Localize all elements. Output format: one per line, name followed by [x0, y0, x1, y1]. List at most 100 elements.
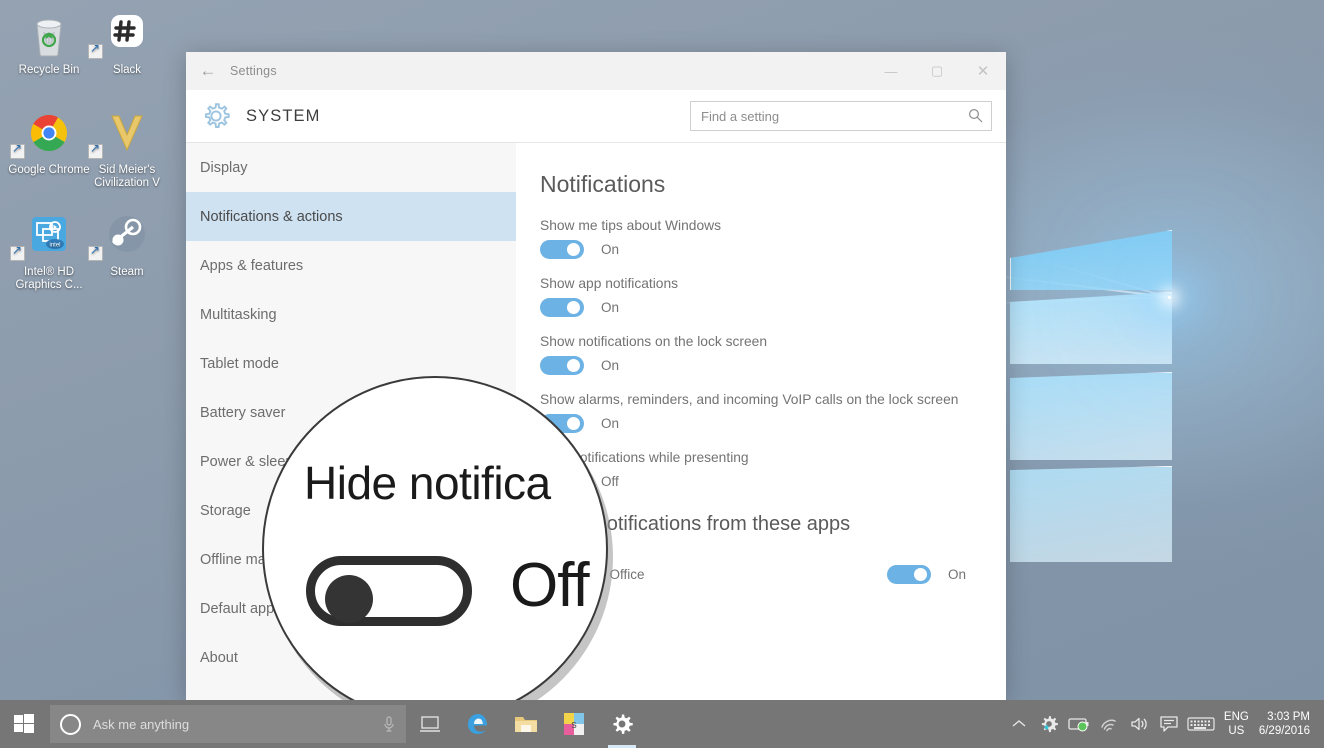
recycle-bin-icon — [6, 10, 92, 60]
taskbar: Ask me anything — [0, 700, 1324, 748]
sidebar-item-label: Apps & features — [200, 258, 303, 274]
search-box[interactable] — [690, 101, 992, 131]
taskbar-item-microsoft-edge[interactable] — [454, 700, 502, 748]
desktop-icon-steam[interactable]: Steam — [84, 212, 170, 279]
toggle-row: On — [887, 565, 966, 584]
microphone-icon[interactable] — [382, 715, 396, 733]
cortana-icon — [60, 714, 81, 735]
wallpaper-logo-pane — [1010, 372, 1172, 460]
setting-lock-screen-notifications: Show notifications on the lock screen On — [540, 334, 1006, 375]
svg-text:s: s — [571, 719, 577, 731]
wallpaper-logo-pane — [1010, 292, 1172, 364]
shortcut-overlay-icon — [88, 144, 103, 159]
volume-icon[interactable] — [1124, 700, 1154, 748]
sidebar-item-label: Multitasking — [200, 307, 277, 323]
toggle-state-label: Off — [601, 474, 619, 489]
setting-label: Show notifications on the lock screen — [540, 334, 1006, 349]
sidebar-item-label: Tablet mode — [200, 356, 279, 372]
taskbar-item-file-explorer[interactable] — [502, 700, 550, 748]
toggle-knob — [567, 359, 580, 372]
desktop-icon-label: Sid Meier's Civilization V — [84, 164, 170, 190]
toggle-knob — [325, 575, 373, 623]
desktop-icon-intel-hd-graphics[interactable]: intel Intel® HD Graphics C... — [6, 212, 92, 292]
toggle-show-tips[interactable] — [540, 240, 584, 259]
clock-time: 3:03 PM — [1259, 710, 1310, 724]
sidebar-item-label: Storage — [200, 503, 251, 519]
sidebar-item-multitasking[interactable]: Multitasking — [186, 290, 516, 339]
taskbar-item-task-view[interactable] — [406, 700, 454, 748]
setting-label: Show alarms, reminders, and incoming VoI… — [540, 392, 1006, 407]
close-button[interactable]: ✕ — [960, 52, 1006, 90]
settings-header: SYSTEM — [186, 90, 1006, 142]
page-title: SYSTEM — [246, 107, 320, 126]
toggle-lock-screen-notifications[interactable] — [540, 356, 584, 375]
sidebar-item-display[interactable]: Display — [186, 143, 516, 192]
wallpaper-glow — [1168, 296, 1171, 299]
show-hidden-icons-button[interactable] — [1004, 700, 1034, 748]
toggle-row: On — [540, 240, 1006, 259]
desktop-icon-label: Steam — [84, 266, 170, 279]
magnified-setting-label: Hide notifica — [304, 456, 551, 510]
setting-alarms-reminders-voip: Show alarms, reminders, and incoming VoI… — [540, 392, 1006, 433]
gear-icon[interactable] — [1034, 700, 1064, 748]
sidebar-item-label: About — [200, 650, 238, 666]
language-secondary: US — [1224, 724, 1249, 738]
cortana-search-box[interactable]: Ask me anything — [50, 705, 406, 743]
toggle-app-notifications[interactable] — [540, 298, 584, 317]
svg-text:intel: intel — [49, 243, 60, 249]
setting-label: Hide notifications while presenting — [540, 450, 1006, 465]
desktop-icon-recycle-bin[interactable]: Recycle Bin — [6, 10, 92, 77]
setting-show-tips: Show me tips about Windows On — [540, 218, 1006, 259]
toggle-knob — [914, 568, 927, 581]
sidebar-item-notifications-and-actions[interactable]: Notifications & actions — [186, 192, 516, 241]
app-row-get-office[interactable]: Get Office On — [540, 552, 1006, 596]
desktop-icon-label: Slack — [84, 64, 170, 77]
toggle-row: On — [540, 298, 1006, 317]
minimize-button[interactable]: — — [868, 52, 914, 90]
sidebar-item-label: Default apps — [200, 601, 281, 617]
toggle-row: On — [540, 414, 1006, 433]
desktop-icon-google-chrome[interactable]: Google Chrome — [6, 110, 92, 177]
toggle-state-label: On — [601, 358, 619, 373]
setting-label: Show me tips about Windows — [540, 218, 1006, 233]
toggle-knob — [567, 301, 580, 314]
battery-icon[interactable] — [1064, 700, 1094, 748]
civilization-v-icon — [84, 110, 170, 160]
clock-date: 6/29/2016 — [1259, 724, 1310, 738]
search-icon — [968, 108, 983, 123]
toggle-knob — [567, 417, 580, 430]
action-center-icon[interactable] — [1154, 700, 1184, 748]
clock[interactable]: 3:03 PM 6/29/2016 — [1259, 710, 1310, 738]
shortcut-overlay-icon — [88, 44, 103, 59]
language-indicator[interactable]: ENG US — [1224, 710, 1249, 738]
setting-label: Show app notifications — [540, 276, 1006, 291]
setting-hide-notifications-presenting: Hide notifications while presenting Off — [540, 450, 1006, 491]
wifi-icon[interactable] — [1094, 700, 1124, 748]
steam-icon — [84, 212, 170, 262]
back-button[interactable]: ← — [186, 52, 230, 90]
intel-hd-graphics-icon: intel — [6, 212, 92, 262]
wallpaper-logo-pane — [1010, 230, 1172, 290]
sidebar-item-apps-and-features[interactable]: Apps & features — [186, 241, 516, 290]
slack-icon — [84, 10, 170, 60]
shortcut-overlay-icon — [10, 246, 25, 261]
sidebar-item-label: Power & sleep — [200, 454, 294, 470]
gear-icon — [200, 100, 232, 132]
desktop-icon-label: Intel® HD Graphics C... — [6, 266, 92, 292]
desktop-icon-civilization-v[interactable]: Sid Meier's Civilization V — [84, 110, 170, 190]
toggle-row: Off — [540, 472, 1006, 491]
start-button[interactable] — [0, 700, 48, 748]
keyboard-icon[interactable] — [1184, 700, 1218, 748]
sidebar-item-label: Notifications & actions — [200, 209, 343, 225]
desktop-icon-slack[interactable]: Slack — [84, 10, 170, 77]
maximize-button[interactable]: ▢ — [914, 52, 960, 90]
desktop-icon-label: Google Chrome — [6, 164, 92, 177]
window-titlebar: ← Settings — ▢ ✕ — [186, 52, 1006, 90]
taskbar-item-settings[interactable] — [598, 700, 646, 748]
taskbar-item-sway[interactable]: s — [550, 700, 598, 748]
magnified-toggle[interactable] — [306, 556, 472, 626]
apps-section-heading: Show notifications from these apps — [540, 513, 1006, 536]
google-chrome-icon — [6, 110, 92, 160]
toggle-get-office[interactable] — [887, 565, 931, 584]
search-input[interactable] — [690, 101, 992, 131]
